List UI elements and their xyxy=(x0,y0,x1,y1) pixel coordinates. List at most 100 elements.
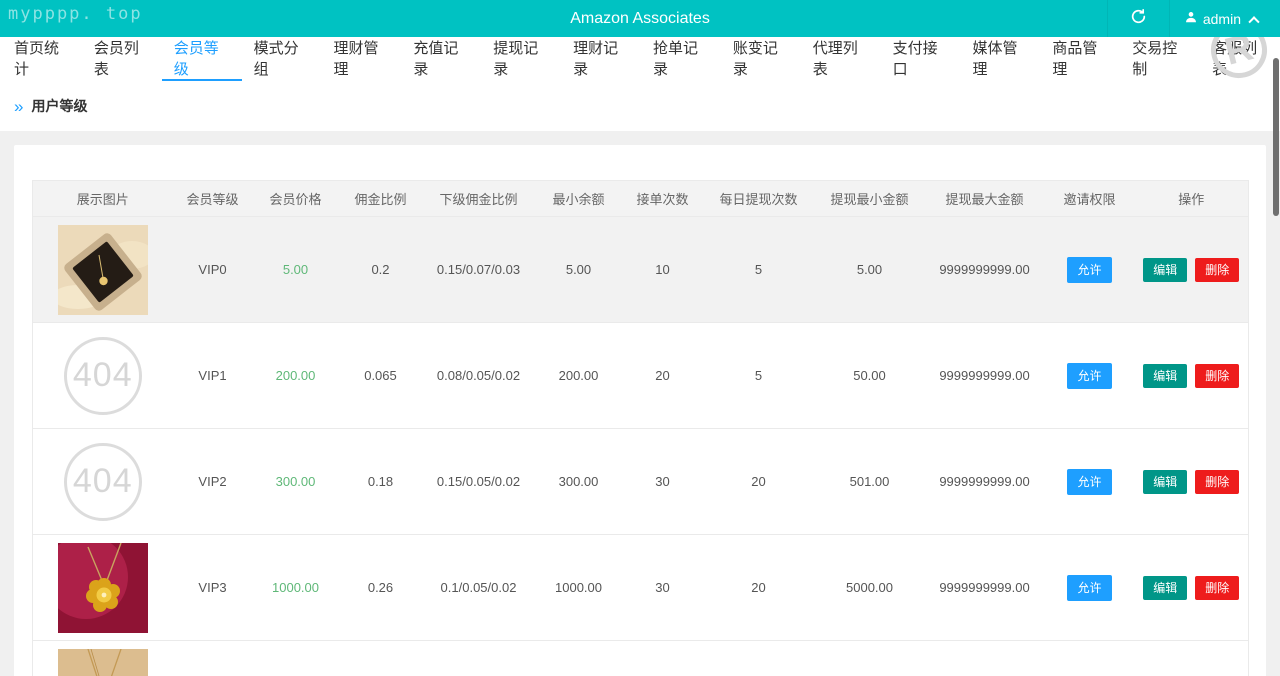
nav-tab[interactable]: 理财记录 xyxy=(561,37,641,81)
column-header: 展示图片 xyxy=(33,181,173,217)
daily-withdrawals-cell: 5 xyxy=(703,323,815,429)
sub-commission-cell: 0.1/0.05/0.02 xyxy=(423,535,535,641)
image-cell: 404 xyxy=(33,323,173,429)
commission-cell: 0.2 xyxy=(339,217,423,323)
column-header: 提现最大金额 xyxy=(925,181,1045,217)
actions-cell: 编辑删除 xyxy=(1135,217,1249,323)
delete-button[interactable]: 删除 xyxy=(1195,364,1239,388)
nav-tab[interactable]: 提现记录 xyxy=(481,37,561,81)
column-header: 会员等级 xyxy=(173,181,253,217)
table-row: 404VIP1200.000.0650.08/0.05/0.02200.0020… xyxy=(33,323,1249,429)
actions-cell: 编辑删除 xyxy=(1135,323,1249,429)
allow-button[interactable]: 允许 xyxy=(1067,575,1111,601)
nav-tab[interactable]: 会员等级 xyxy=(162,37,242,81)
user-icon xyxy=(1184,10,1198,27)
edit-button[interactable]: 编辑 xyxy=(1143,258,1187,282)
min-withdraw-cell: 5.00 xyxy=(815,217,925,323)
sub-commission-cell: 0.08/0.05/0.02 xyxy=(423,323,535,429)
min-withdraw-cell: 5000.00 xyxy=(815,535,925,641)
edit-button[interactable]: 编辑 xyxy=(1143,470,1187,494)
daily-withdrawals-cell: 20 xyxy=(703,429,815,535)
column-header: 接单次数 xyxy=(623,181,703,217)
nav-tab[interactable]: 支付接口 xyxy=(881,37,961,81)
image-cell: 404 xyxy=(33,429,173,535)
table-row: 404VIP2300.000.180.15/0.05/0.02300.00302… xyxy=(33,429,1249,535)
refresh-button[interactable] xyxy=(1107,0,1169,37)
column-header: 会员价格 xyxy=(253,181,339,217)
delete-button[interactable]: 删除 xyxy=(1195,258,1239,282)
nav-tab[interactable]: 充值记录 xyxy=(401,37,481,81)
product-image xyxy=(58,225,148,315)
sub-commission-cell xyxy=(423,641,535,676)
column-header: 提现最小金额 xyxy=(815,181,925,217)
price-cell: 300.00 xyxy=(253,429,339,535)
user-name: admin xyxy=(1203,11,1241,27)
content-area: 展示图片会员等级会员价格佣金比例下级佣金比例最小余额接单次数每日提现次数提现最小… xyxy=(0,131,1280,662)
page-title: 用户等级 xyxy=(31,96,87,116)
table-row: VIP05.000.20.15/0.07/0.035.001055.009999… xyxy=(33,217,1249,323)
refresh-icon xyxy=(1130,8,1147,30)
nav-tab[interactable]: 抢单记录 xyxy=(641,37,721,81)
chevron-up-icon xyxy=(1248,16,1259,27)
vertical-scrollbar[interactable] xyxy=(1273,58,1279,216)
actions-cell: 编辑删除 xyxy=(1135,429,1249,535)
nav-tab[interactable]: 媒体管理 xyxy=(961,37,1041,81)
image-cell xyxy=(33,217,173,323)
nav-tab[interactable]: 客服列表 xyxy=(1200,37,1280,81)
min-balance-cell: 200.00 xyxy=(535,323,623,429)
actions-cell xyxy=(1135,641,1249,676)
edit-button[interactable]: 编辑 xyxy=(1143,576,1187,600)
invite-cell: 允许 xyxy=(1045,323,1135,429)
orders-cell: 10 xyxy=(623,217,703,323)
level-cell: VIP0 xyxy=(173,217,253,323)
max-withdraw-cell xyxy=(925,641,1045,676)
sub-commission-cell: 0.15/0.05/0.02 xyxy=(423,429,535,535)
delete-button[interactable]: 删除 xyxy=(1195,470,1239,494)
min-balance-cell: 300.00 xyxy=(535,429,623,535)
sub-commission-cell: 0.15/0.07/0.03 xyxy=(423,217,535,323)
nav-tab[interactable]: 商品管理 xyxy=(1040,37,1120,81)
allow-button[interactable]: 允许 xyxy=(1067,257,1111,283)
price-cell: 5.00 xyxy=(253,217,339,323)
topbar: mypppp. top Amazon Associates admin xyxy=(0,0,1280,37)
image-cell xyxy=(33,535,173,641)
delete-button[interactable]: 删除 xyxy=(1195,576,1239,600)
image-placeholder-404: 404 xyxy=(64,443,142,521)
level-cell xyxy=(173,641,253,676)
table-row xyxy=(33,641,1249,676)
invite-cell: 允许 xyxy=(1045,429,1135,535)
level-cell: VIP3 xyxy=(173,535,253,641)
nav-tab[interactable]: 首页统计 xyxy=(2,37,82,81)
column-header: 最小余额 xyxy=(535,181,623,217)
nav-tab[interactable]: 会员列表 xyxy=(82,37,162,81)
min-withdraw-cell xyxy=(815,641,925,676)
table-body: VIP05.000.20.15/0.07/0.035.001055.009999… xyxy=(33,217,1249,676)
nav-tab[interactable]: 账变记录 xyxy=(721,37,801,81)
edit-button[interactable]: 编辑 xyxy=(1143,364,1187,388)
product-image xyxy=(58,649,148,676)
allow-button[interactable]: 允许 xyxy=(1067,469,1111,495)
column-header: 每日提现次数 xyxy=(703,181,815,217)
max-withdraw-cell: 9999999999.00 xyxy=(925,429,1045,535)
orders-cell: 20 xyxy=(623,323,703,429)
min-withdraw-cell: 501.00 xyxy=(815,429,925,535)
breadcrumb-chevrons-icon: » xyxy=(14,98,23,115)
price-cell xyxy=(253,641,339,676)
commission-cell xyxy=(339,641,423,676)
table-header-row: 展示图片会员等级会员价格佣金比例下级佣金比例最小余额接单次数每日提现次数提现最小… xyxy=(33,181,1249,217)
actions-cell: 编辑删除 xyxy=(1135,535,1249,641)
nav-tab[interactable]: 理财管理 xyxy=(322,37,402,81)
commission-cell: 0.065 xyxy=(339,323,423,429)
nav-tab[interactable]: 模式分组 xyxy=(242,37,322,81)
price-cell: 1000.00 xyxy=(253,535,339,641)
invite-cell xyxy=(1045,641,1135,676)
commission-cell: 0.26 xyxy=(339,535,423,641)
nav-tab[interactable]: 代理列表 xyxy=(801,37,881,81)
allow-button[interactable]: 允许 xyxy=(1067,363,1111,389)
nav-tab[interactable]: 交易控制 xyxy=(1120,37,1200,81)
min-withdraw-cell: 50.00 xyxy=(815,323,925,429)
max-withdraw-cell: 9999999999.00 xyxy=(925,323,1045,429)
user-menu[interactable]: admin xyxy=(1169,0,1272,37)
topbar-actions: admin xyxy=(1107,0,1272,37)
column-header: 佣金比例 xyxy=(339,181,423,217)
